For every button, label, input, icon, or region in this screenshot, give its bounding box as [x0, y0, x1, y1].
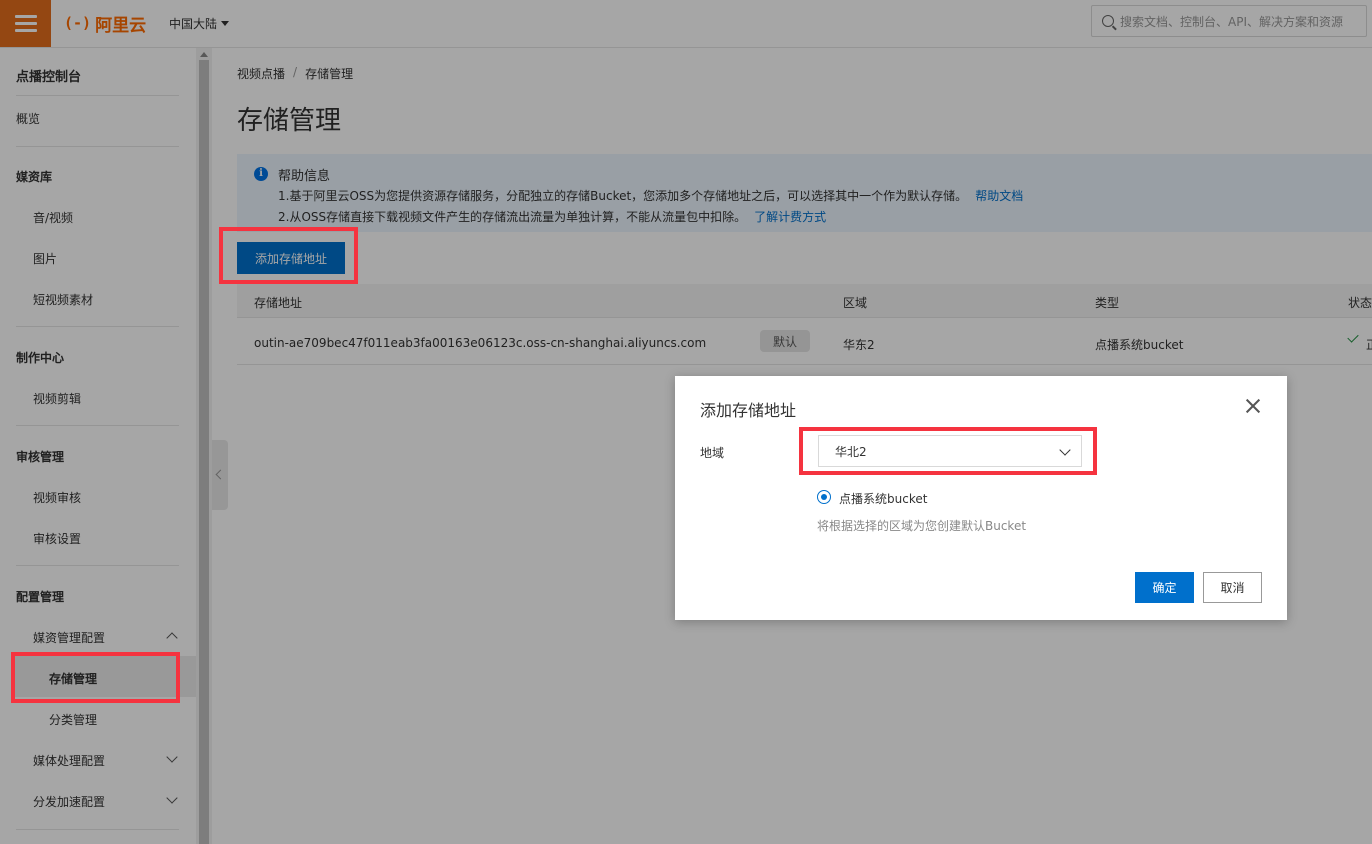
- bucket-type-label[interactable]: 点播系统bucket: [839, 490, 927, 507]
- cancel-button[interactable]: 取消: [1203, 572, 1262, 603]
- bucket-type-radio[interactable]: [817, 490, 831, 504]
- close-icon[interactable]: [1244, 397, 1262, 415]
- highlight-box-storage-menu: [11, 652, 180, 703]
- highlight-box-region-select: [799, 427, 1097, 475]
- dialog-title: 添加存储地址: [700, 401, 797, 420]
- confirm-button[interactable]: 确定: [1135, 572, 1194, 603]
- region-field-label: 地域: [700, 446, 725, 460]
- bucket-hint: 将根据选择的区域为您创建默认Bucket: [817, 519, 1027, 533]
- highlight-box-add-button: [219, 227, 358, 284]
